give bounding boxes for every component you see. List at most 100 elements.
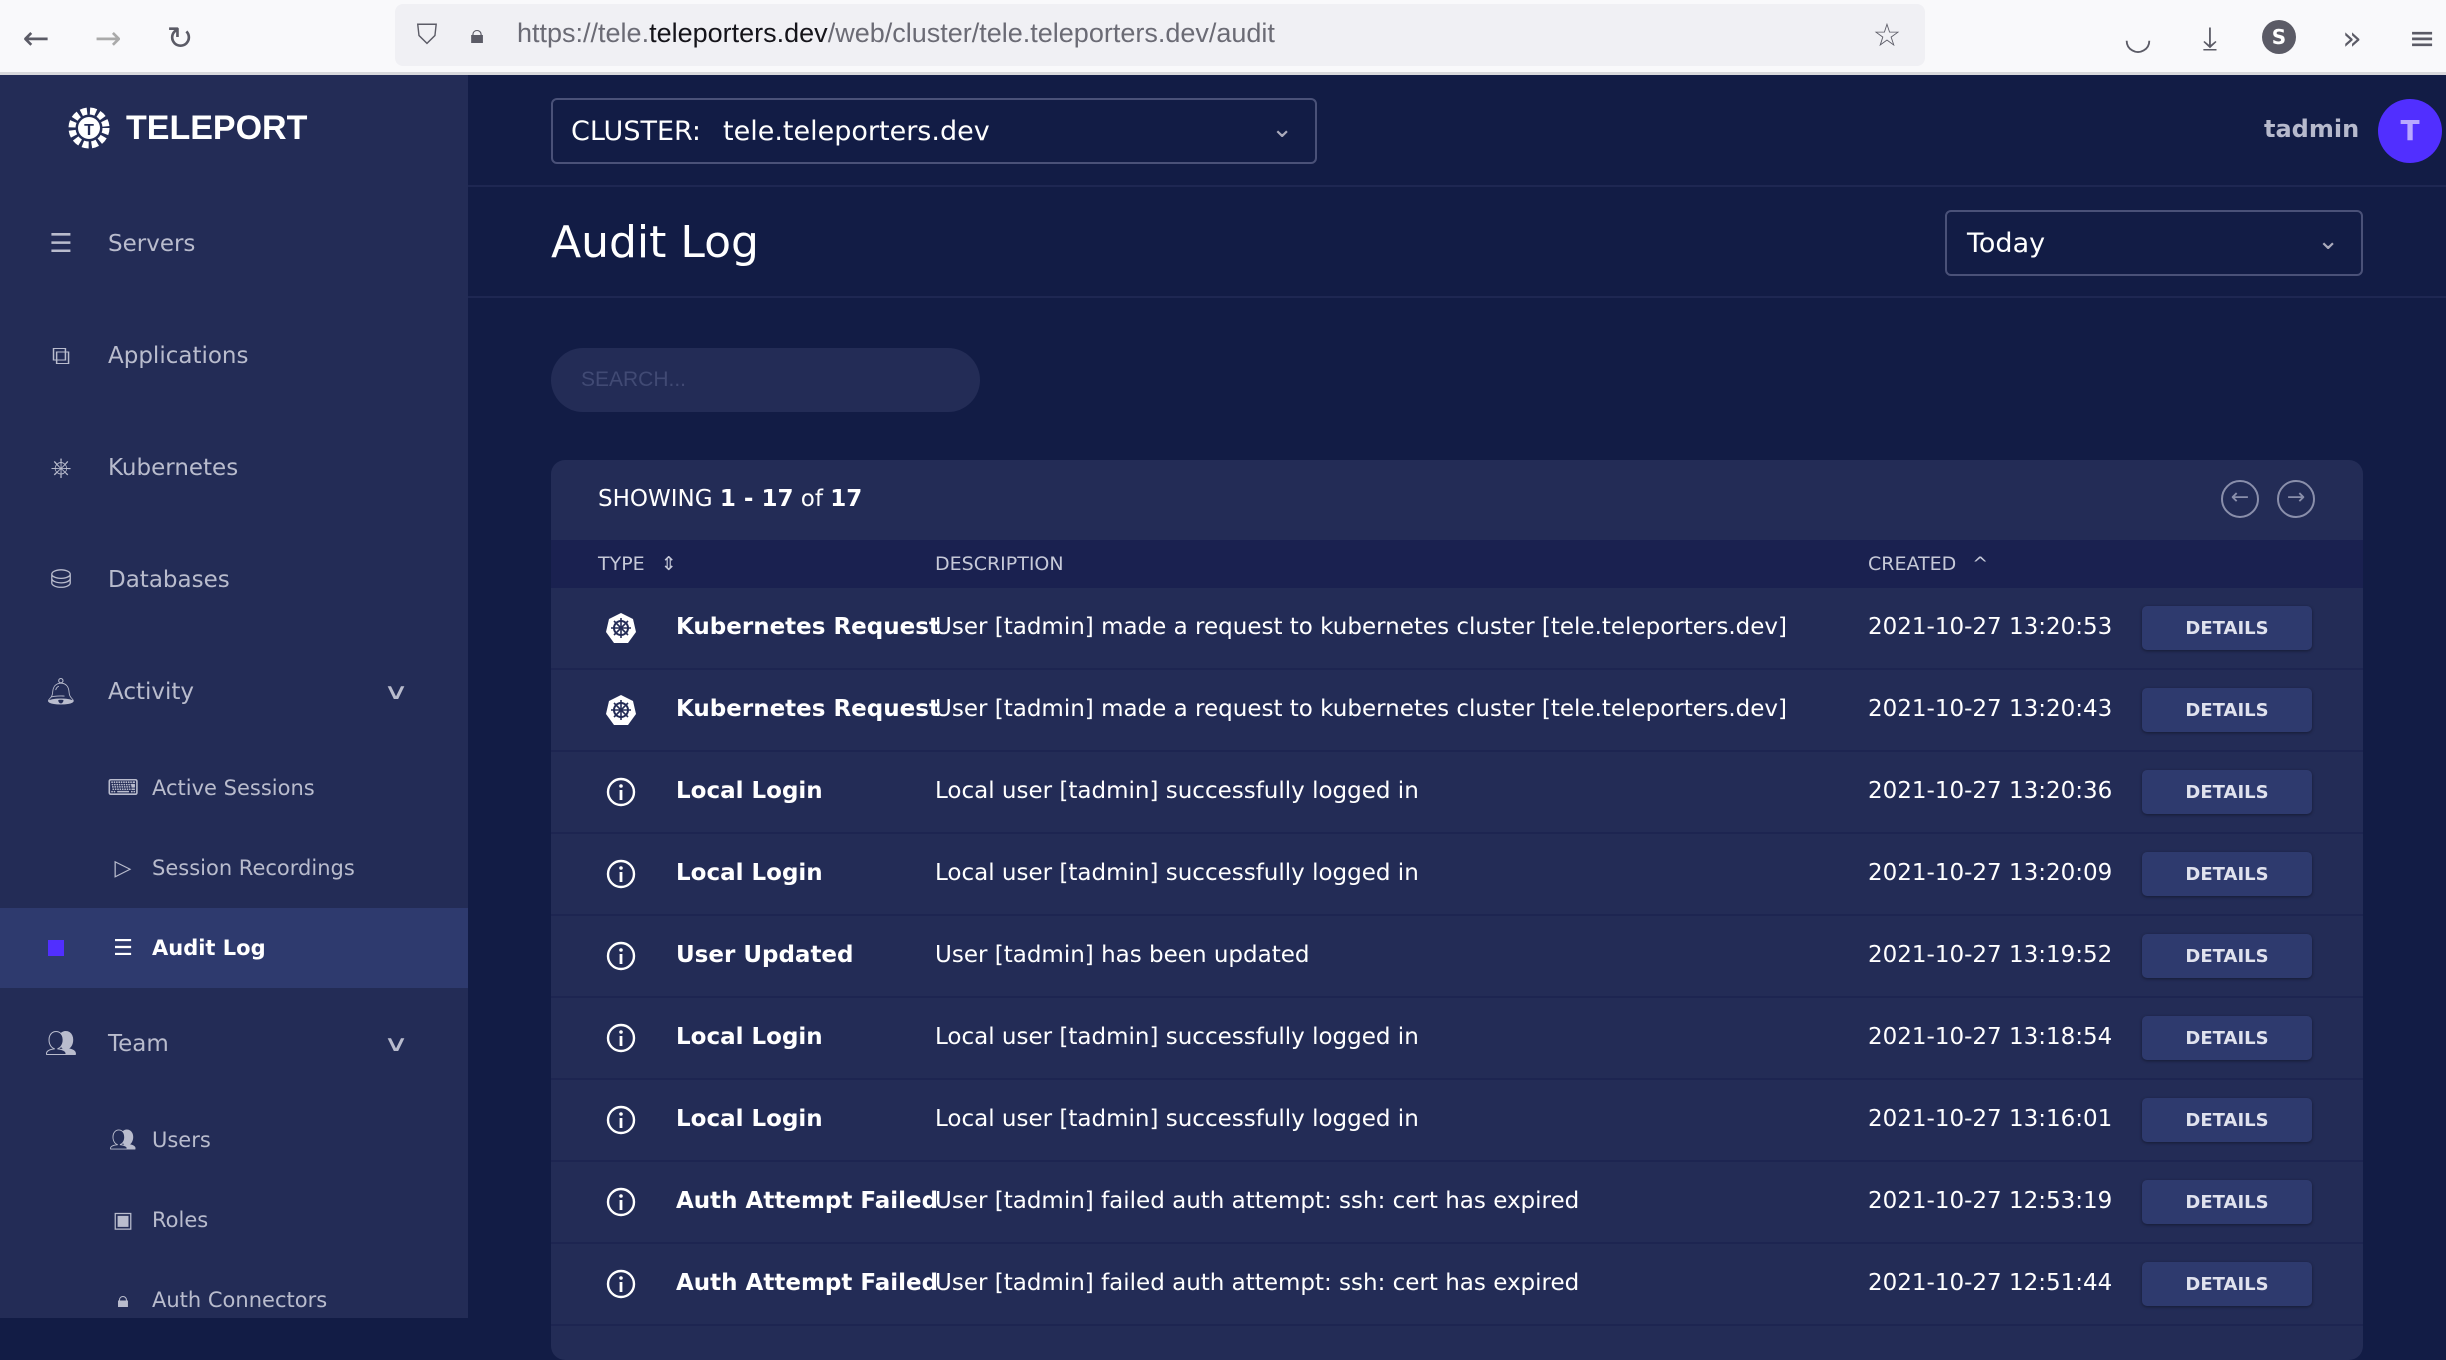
info-icon [605, 940, 637, 972]
sidebar-item-activity[interactable]: 🔔︎ Activity ∨ [0, 652, 468, 732]
event-type: Kubernetes Request [676, 614, 940, 640]
date-range-select[interactable]: Today ⌄ [1945, 210, 2363, 276]
bookmark-star-icon[interactable]: ☆ [1867, 15, 1907, 55]
column-header-type[interactable]: TYPE ⇕ [598, 553, 677, 575]
details-button[interactable]: DETAILS [2142, 1098, 2312, 1142]
event-type: Kubernetes Request [676, 696, 940, 722]
sidebar-item-applications[interactable]: ⧉ Applications [0, 316, 468, 396]
details-button[interactable]: DETAILS [2142, 1180, 2312, 1224]
details-button[interactable]: DETAILS [2142, 1016, 2312, 1060]
sort-ascending-icon[interactable]: ^ [1972, 553, 1988, 575]
event-created: 2021-10-27 13:20:53 [1868, 614, 2113, 640]
info-icon [605, 1104, 637, 1136]
info-icon [605, 776, 637, 808]
sidebar-item-label: Audit Log [152, 936, 266, 960]
svg-text:T: T [84, 122, 94, 139]
sidebar-item-label: Kubernetes [108, 455, 239, 481]
sidebar-item-databases[interactable]: ⛁ Databases [0, 540, 468, 620]
users-icon: 👥︎ [44, 1029, 78, 1059]
details-button[interactable]: DETAILS [2142, 934, 2312, 978]
sidebar-item-team[interactable]: 👥︎ Team ∨ [0, 1004, 468, 1084]
play-icon: ▷ [114, 855, 132, 881]
active-marker [48, 940, 64, 956]
sidebar-item-label: Applications [108, 343, 249, 369]
event-description: Local user [tadmin] successfully logged … [935, 1024, 1419, 1050]
shield-icon[interactable]: ⛉ [407, 15, 447, 55]
event-type: Auth Attempt Failed [676, 1188, 939, 1214]
reload-icon[interactable]: ↻ [160, 18, 200, 58]
details-button[interactable]: DETAILS [2142, 688, 2312, 732]
event-type: Auth Attempt Failed [676, 1270, 939, 1296]
sort-icon[interactable]: ⇕ [661, 553, 677, 575]
table-row: Auth Attempt Failed User [tadmin] failed… [551, 1162, 2363, 1244]
cluster-label: CLUSTER: [571, 115, 702, 147]
menu-icon[interactable]: ≡ [2402, 18, 2442, 58]
sidebar-item-label: Databases [108, 567, 230, 593]
overflow-icon[interactable]: » [2332, 18, 2372, 58]
cluster-value: tele.teleporters.dev [723, 115, 990, 147]
event-description: Local user [tadmin] successfully logged … [935, 1106, 1419, 1132]
sidebar-item-roles[interactable]: ▣ Roles [0, 1180, 468, 1260]
search-input[interactable] [551, 348, 980, 412]
table-row: Local Login Local user [tadmin] successf… [551, 998, 2363, 1080]
event-created: 2021-10-27 13:18:54 [1868, 1024, 2113, 1050]
column-header-created[interactable]: CREATED ^ [1868, 553, 1988, 575]
download-icon[interactable]: ⤓ [2190, 18, 2230, 58]
table-header: TYPE ⇕ DESCRIPTION CREATED ^ [551, 540, 2363, 588]
event-description: Local user [tadmin] successfully logged … [935, 778, 1419, 804]
event-created: 2021-10-27 13:16:01 [1868, 1106, 2113, 1132]
kubernetes-icon: ⎈ [50, 452, 72, 483]
event-created: 2021-10-27 13:20:09 [1868, 860, 2113, 886]
info-icon [605, 1186, 637, 1218]
table-row: Kubernetes Request User [tadmin] made a … [551, 588, 2363, 670]
chevron-down-icon: ⌄ [2317, 226, 2339, 256]
info-icon [605, 1268, 637, 1300]
details-button[interactable]: DETAILS [2142, 606, 2312, 650]
next-page-icon[interactable]: → [2277, 480, 2315, 518]
table-row: Kubernetes Request User [tadmin] made a … [551, 670, 2363, 752]
sidebar-item-servers[interactable]: ☰ Servers [0, 204, 468, 284]
back-icon[interactable]: ← [16, 18, 56, 58]
chevron-down-icon[interactable]: ∨ [383, 680, 409, 705]
details-button[interactable]: DETAILS [2142, 770, 2312, 814]
avatar[interactable]: T [2378, 99, 2442, 163]
chevron-down-icon: ⌄ [1271, 114, 1293, 144]
event-description: User [tadmin] failed auth attempt: ssh: … [935, 1188, 1580, 1214]
event-description: User [tadmin] made a request to kubernet… [935, 614, 1787, 640]
forward-icon[interactable]: → [88, 18, 128, 58]
event-description: User [tadmin] failed auth attempt: ssh: … [935, 1270, 1580, 1296]
sidebar-item-audit-log[interactable]: ☰ Audit Log [0, 908, 468, 988]
cluster-select[interactable]: CLUSTER: tele.teleporters.dev ⌄ [551, 98, 1317, 164]
event-description: Local user [tadmin] successfully logged … [935, 860, 1419, 886]
event-created: 2021-10-27 13:20:43 [1868, 696, 2113, 722]
pocket-icon[interactable]: ◡ [2118, 18, 2158, 58]
address-bar[interactable]: ⛉ 🔒︎ https://tele.teleporters.dev/web/cl… [395, 4, 1925, 66]
chevron-down-icon[interactable]: ∨ [383, 1032, 409, 1057]
table-row: Local Login Local user [tadmin] successf… [551, 834, 2363, 916]
username[interactable]: tadmin [2264, 115, 2359, 143]
teleport-logo[interactable]: T TELEPORT [66, 105, 307, 151]
details-button[interactable]: DETAILS [2142, 852, 2312, 896]
event-created: 2021-10-27 12:51:44 [1868, 1270, 2113, 1296]
event-type: User Updated [676, 942, 854, 968]
sidebar-item-active-sessions[interactable]: ⌨ Active Sessions [0, 748, 468, 828]
event-created: 2021-10-27 13:20:36 [1868, 778, 2113, 804]
terminal-icon: ⌨ [107, 775, 139, 801]
table-row: Local Login Local user [tadmin] successf… [551, 1080, 2363, 1162]
details-button[interactable]: DETAILS [2142, 1262, 2312, 1306]
bell-icon: 🔔︎ [44, 677, 78, 707]
sidebar-item-users[interactable]: 👥︎ Users [0, 1100, 468, 1180]
event-description: User [tadmin] has been updated [935, 942, 1310, 968]
database-icon: ⛁ [50, 565, 72, 595]
sidebar-item-label: Team [108, 1031, 169, 1057]
sidebar-item-kubernetes[interactable]: ⎈ Kubernetes [0, 428, 468, 508]
table-row: User Updated User [tadmin] has been upda… [551, 916, 2363, 998]
sidebar-item-session-recordings[interactable]: ▷ Session Recordings [0, 828, 468, 908]
badge-icon: ▣ [112, 1207, 134, 1233]
lock-icon[interactable]: 🔒︎ [457, 15, 497, 55]
sidebar-item-auth-connectors[interactable]: 🔒︎ Auth Connectors [0, 1260, 468, 1340]
page-header: Audit Log Today ⌄ [468, 187, 2446, 298]
prev-page-icon[interactable]: ← [2221, 480, 2259, 518]
profile-icon[interactable]: S [2262, 20, 2296, 54]
url-text[interactable]: https://tele.teleporters.dev/web/cluster… [517, 18, 1275, 49]
